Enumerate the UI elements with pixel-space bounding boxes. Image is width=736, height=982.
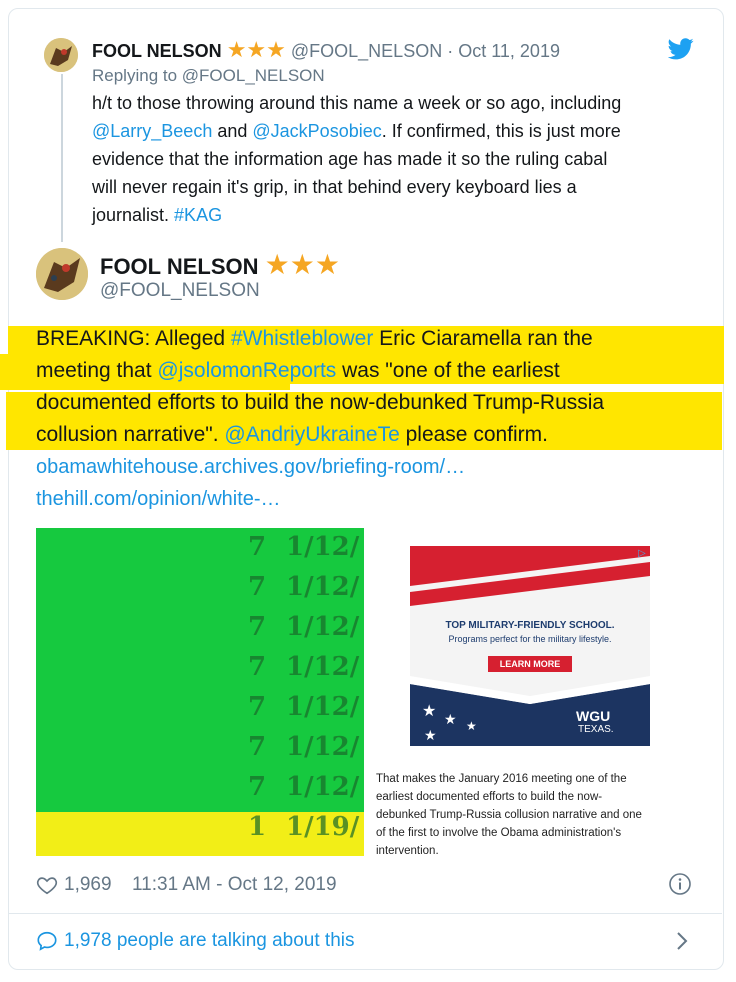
svg-text:★: ★ bbox=[424, 728, 437, 744]
ad-subline: Programs perfect for the military lifest… bbox=[448, 634, 612, 644]
tweet-text-segment: . If confirmed, this is just more bbox=[381, 121, 621, 141]
ad-brand: WGU bbox=[576, 708, 611, 724]
link-obamawhitehouse[interactable]: obamawhitehouse.archives.gov/briefing-ro… bbox=[36, 452, 465, 482]
caption-line: That makes the January 2016 meeting one … bbox=[376, 773, 627, 785]
thread-line bbox=[61, 74, 63, 242]
main-text-line: documented efforts to build the now-debu… bbox=[36, 388, 604, 418]
caption-line: earliest documented efforts to build the… bbox=[376, 791, 603, 803]
sheet-cell-number: 7 bbox=[248, 772, 267, 802]
tweet-link[interactable]: #Whistleblower bbox=[231, 327, 373, 350]
tweet-text-segment: BREAKING: Alleged bbox=[36, 327, 231, 350]
sheet-cell-number: 7 bbox=[248, 652, 267, 682]
sheet-cell-number: 7 bbox=[248, 732, 267, 762]
chat-bubble-icon[interactable] bbox=[36, 930, 58, 952]
parent-separator: · bbox=[447, 41, 454, 61]
sheet-cell-number: 7 bbox=[248, 572, 267, 602]
tweet-link[interactable]: @AndriyUkraineTe bbox=[224, 423, 399, 446]
footer-divider bbox=[8, 913, 722, 914]
parent-text-line: evidence that the information age has ma… bbox=[92, 145, 702, 173]
parent-text-line: @Larry_Beech and @JackPosobiec. If confi… bbox=[92, 117, 702, 145]
svg-text:★: ★ bbox=[422, 701, 436, 720]
sheet-cell-date: 1/12/ bbox=[286, 572, 360, 602]
sheet-cell-date: 1/12/ bbox=[286, 732, 360, 762]
tweet-link[interactable]: @jsolomonReports bbox=[157, 359, 336, 382]
svg-text:★: ★ bbox=[444, 712, 457, 728]
caption-line: of the first to involve the Obama admini… bbox=[376, 827, 622, 839]
tweet-timestamp[interactable]: 11:31 AM - Oct 12, 2019 bbox=[132, 873, 337, 897]
parent-tweet-text: h/t to those throwing around this name a… bbox=[92, 89, 702, 229]
sheet-cell-number: 7 bbox=[248, 532, 267, 562]
tweet-text-segment: Eric Ciaramella ran the bbox=[373, 327, 593, 350]
info-icon[interactable] bbox=[668, 872, 692, 896]
sheet-cell-number: 7 bbox=[248, 692, 267, 722]
ad-banner[interactable]: ▷ TOP MILITARY-FRIENDLY SCHOOL. Programs… bbox=[410, 546, 650, 746]
main-text-line: BREAKING: Alleged #Whistleblower Eric Ci… bbox=[36, 324, 593, 354]
sheet-cell-date: 1/12/ bbox=[286, 692, 360, 722]
tweet-link[interactable]: #KAG bbox=[174, 205, 222, 225]
tweet-text-segment: h/t to those throwing around this name a… bbox=[92, 93, 622, 113]
sheet-cell-date: 1/12/ bbox=[286, 612, 360, 642]
replying-to[interactable]: Replying to @FOOL_NELSON bbox=[92, 64, 325, 88]
spreadsheet-image[interactable]: 7 1/12/7 1/12/7 1/12/7 1/12/7 1/12/7 1/12/7 1/1… bbox=[36, 528, 364, 856]
tweet-text-segment: please confirm. bbox=[399, 423, 548, 446]
sheet-cell-number: 1 bbox=[248, 812, 267, 842]
heart-icon[interactable] bbox=[36, 874, 58, 896]
tweet-text-segment: documented efforts to build the now-debu… bbox=[36, 391, 605, 414]
parent-text-line: journalist. #KAG bbox=[92, 201, 702, 229]
parent-avatar[interactable] bbox=[44, 38, 78, 72]
article-caption: That makes the January 2016 meeting one … bbox=[376, 770, 694, 856]
tweet-text-segment: collusion narrative". bbox=[36, 423, 225, 446]
ad-brand-sub: TEXAS. bbox=[578, 724, 614, 735]
tweet-text-segment: meeting that bbox=[36, 359, 158, 382]
parent-handle[interactable]: @FOOL_NELSON bbox=[291, 41, 442, 61]
sheet-cell-date: 1/12/ bbox=[286, 652, 360, 682]
ad-stripes bbox=[410, 546, 650, 606]
sheet-cell-date: 1/12/ bbox=[286, 772, 360, 802]
tweet-text-segment: evidence that the information age has ma… bbox=[92, 149, 608, 169]
main-stars: ★★★ bbox=[264, 249, 340, 280]
main-text-line: collusion narrative". @AndriyUkraineTe p… bbox=[36, 420, 548, 450]
chevron-right-icon[interactable] bbox=[674, 930, 690, 952]
main-header: FOOL NELSON ★★★ bbox=[100, 250, 340, 282]
twitter-bird-icon[interactable] bbox=[667, 38, 694, 60]
conversation-link[interactable]: 1,978 people are talking about this bbox=[64, 929, 355, 953]
main-author-name[interactable]: FOOL NELSON bbox=[100, 254, 259, 279]
parent-header: FOOL NELSON ★★★ @FOOL_NELSON · Oct 11, 2… bbox=[92, 38, 560, 63]
ad-learn-more-button[interactable]: LEARN MORE bbox=[488, 656, 572, 672]
article-image[interactable]: ▷ TOP MILITARY-FRIENDLY SCHOOL. Programs… bbox=[368, 528, 698, 856]
link-thehill[interactable]: thehill.com/opinion/white-… bbox=[36, 484, 281, 514]
ad-headline: TOP MILITARY-FRIENDLY SCHOOL. bbox=[445, 620, 615, 631]
tweet-text-segment: and bbox=[212, 121, 253, 141]
caption-line: intervention. bbox=[376, 845, 439, 856]
tweet-link[interactable]: @Larry_Beech bbox=[92, 121, 212, 141]
main-handle[interactable]: @FOOL_NELSON bbox=[100, 279, 260, 303]
sheet-cell-date: 1/19/ bbox=[286, 812, 360, 842]
parent-text-line: will never regain it's grip, in that beh… bbox=[92, 173, 702, 201]
parent-text-line: h/t to those throwing around this name a… bbox=[92, 89, 702, 117]
tweet-text-segment: journalist. bbox=[92, 205, 175, 225]
sheet-cell-date: 1/12/ bbox=[286, 532, 360, 562]
svg-text:★: ★ bbox=[466, 719, 477, 733]
tweet-text-segment: will never regain it's grip, in that beh… bbox=[92, 177, 577, 197]
sheet-cell-number: 7 bbox=[248, 612, 267, 642]
ad-flag-graphic: ★ ★ ★ ★ bbox=[410, 676, 650, 746]
caption-line: debunked Trump-Russia collusion narrativ… bbox=[376, 809, 642, 821]
tweet-link[interactable]: @JackPosobiec bbox=[252, 121, 381, 141]
ad-choices-icon[interactable]: ▷ bbox=[638, 548, 646, 559]
main-avatar[interactable] bbox=[36, 248, 88, 300]
like-count[interactable]: 1,969 bbox=[64, 873, 112, 897]
parent-date[interactable]: Oct 11, 2019 bbox=[458, 41, 560, 61]
parent-stars: ★★★ bbox=[226, 37, 286, 62]
parent-author-name[interactable]: FOOL NELSON bbox=[92, 41, 222, 61]
main-text-line: meeting that @jsolomonReports was "one o… bbox=[36, 356, 560, 386]
tweet-text-segment: was "one of the earliest bbox=[336, 359, 560, 382]
